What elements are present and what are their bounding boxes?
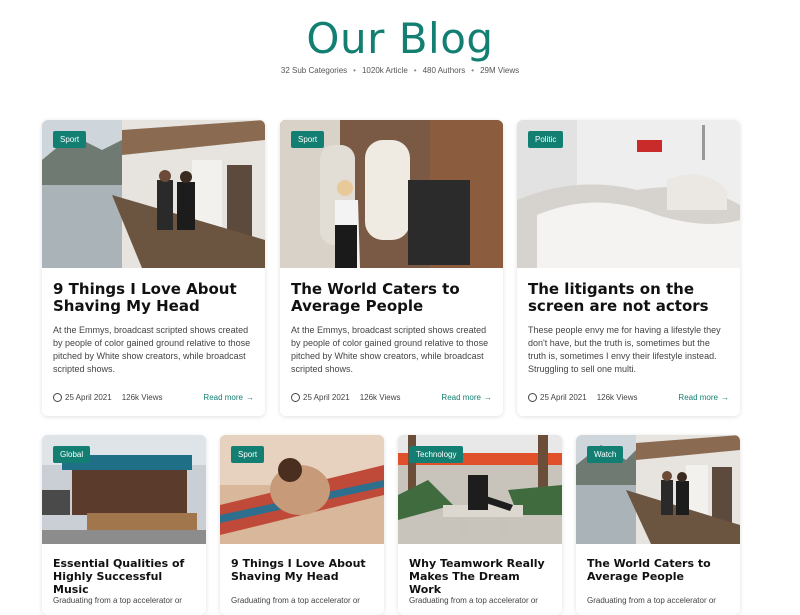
clock-icon [528, 393, 537, 402]
post-title[interactable]: The World Caters to Average People [587, 557, 729, 583]
blog-card[interactable]: Politic The litigants on the screen are … [517, 120, 740, 416]
blog-card[interactable]: Watch The World Caters to Average People… [576, 435, 740, 615]
category-tag[interactable]: Global [53, 446, 91, 463]
clock-icon [53, 393, 62, 402]
arrow-right-icon: → [721, 393, 729, 402]
blog-card[interactable]: Global Essential Qualities of Highly Suc… [42, 435, 206, 615]
post-date: 25 April 2021 [303, 393, 350, 402]
post-excerpt: Graduating from a top accelerator or [53, 596, 182, 605]
post-title[interactable]: The World Caters to Average People [291, 281, 492, 315]
blog-card[interactable]: Sport 9 Things I Love About Shaving My H… [220, 435, 384, 615]
category-tag[interactable]: Sport [231, 446, 265, 463]
post-meta: 25 April 2021 126k Views Read more → [291, 393, 492, 402]
category-tag[interactable]: Technology [409, 446, 464, 463]
post-excerpt: At the Emmys, broadcast scripted shows c… [291, 325, 489, 374]
category-tag[interactable]: Politic [528, 131, 564, 148]
stat-views: 29M Views [480, 66, 520, 75]
stat-articles: 1020k Article [361, 66, 408, 75]
post-title[interactable]: 9 Things I Love About Shaving My Head [53, 281, 254, 315]
separator-dot: • [471, 66, 475, 75]
blog-card[interactable]: Sport 9 Things I Love About Shaving My H… [42, 120, 265, 416]
post-excerpt: Graduating from a top accelerator or [231, 596, 360, 605]
post-date: 25 April 2021 [65, 393, 112, 402]
clock-icon [291, 393, 300, 402]
separator-dot: • [413, 66, 417, 75]
read-more-link[interactable]: Read more [678, 393, 718, 402]
read-more-link[interactable]: Read more [203, 393, 243, 402]
post-title[interactable]: The litigants on the screen are not acto… [528, 281, 729, 315]
stat-authors: 480 Authors [422, 66, 466, 75]
post-excerpt: These people envy me for having a lifest… [528, 325, 721, 374]
post-title[interactable]: Essential Qualities of Highly Successful… [53, 557, 195, 596]
post-date: 25 April 2021 [540, 393, 587, 402]
post-excerpt: At the Emmys, broadcast scripted shows c… [53, 325, 251, 374]
category-tag[interactable]: Watch [587, 446, 624, 463]
page-title: Our Blog [306, 14, 494, 63]
post-title[interactable]: 9 Things I Love About Shaving My Head [231, 557, 373, 583]
post-views: 126k Views [596, 393, 638, 402]
blog-stats: 32 Sub Categories • 1020k Article • 480 Auth… [0, 66, 800, 75]
category-tag[interactable]: Sport [291, 131, 325, 148]
arrow-right-icon: → [484, 393, 492, 402]
post-views: 126k Views [359, 393, 401, 402]
post-title[interactable]: Why Teamwork Really Makes The Dream Work [409, 557, 551, 596]
post-views: 126k Views [121, 393, 163, 402]
arrow-right-icon: → [246, 393, 254, 402]
blog-card[interactable]: Technology Why Teamwork Really Makes The… [398, 435, 562, 615]
post-excerpt: Graduating from a top accelerator or [587, 596, 716, 605]
read-more-link[interactable]: Read more [441, 393, 481, 402]
stat-subcategories: 32 Sub Categories [280, 66, 348, 75]
separator-dot: • [353, 66, 356, 75]
blog-card[interactable]: Sport The World Caters to Average People… [280, 120, 503, 416]
post-excerpt: Graduating from a top accelerator or [409, 596, 538, 605]
post-meta: 25 April 2021 126k Views Read more → [528, 393, 729, 402]
category-tag[interactable]: Sport [53, 131, 87, 148]
post-meta: 25 April 2021 126k Views Read more → [53, 393, 254, 402]
